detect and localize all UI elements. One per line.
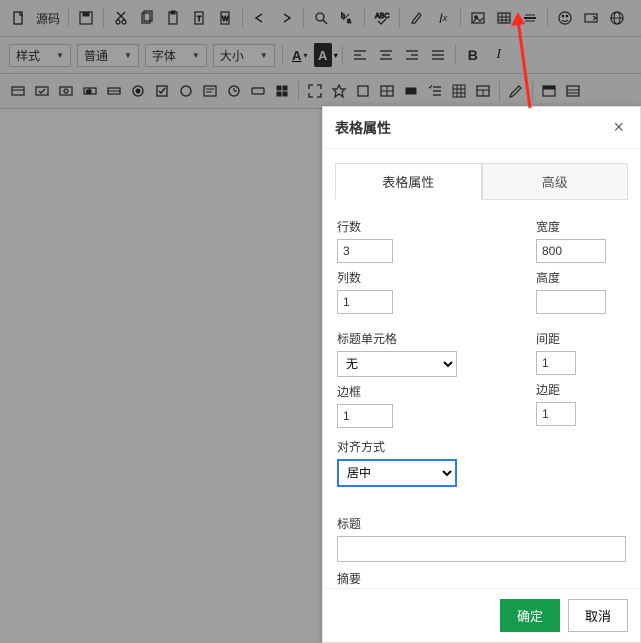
source-button[interactable]: 源码: [33, 6, 63, 30]
border-label: 边框: [337, 383, 520, 400]
height-input[interactable]: [536, 290, 606, 314]
height-label: 高度: [536, 269, 626, 286]
svg-text:ABC: ABC: [375, 13, 389, 20]
caption-input[interactable]: [337, 536, 626, 562]
table2-icon[interactable]: [376, 80, 398, 102]
fullscreen-icon[interactable]: [304, 80, 326, 102]
align-label: 对齐方式: [337, 438, 626, 455]
tab-advanced[interactable]: 高级: [482, 163, 629, 200]
border-input[interactable]: [337, 404, 393, 428]
paste-word-icon[interactable]: W: [213, 6, 237, 30]
outline-icon[interactable]: [352, 80, 374, 102]
copy-icon[interactable]: [135, 6, 159, 30]
table-header-icon[interactable]: [538, 80, 560, 102]
size-select[interactable]: 大小: [213, 44, 275, 67]
checkbox-icon[interactable]: [151, 80, 173, 102]
cancel-button[interactable]: 取消: [568, 599, 628, 632]
summary-label: 摘要: [337, 570, 626, 587]
cell-spacing-label: 间距: [536, 330, 626, 347]
rows-input[interactable]: [337, 239, 393, 263]
data-icon[interactable]: [271, 80, 293, 102]
undo-icon[interactable]: [248, 6, 272, 30]
textfield-icon[interactable]: ab: [79, 80, 101, 102]
textarea-icon[interactable]: [199, 80, 221, 102]
select-form-icon[interactable]: [103, 80, 125, 102]
caption-label: 标题: [337, 515, 626, 532]
cols-label: 列数: [337, 269, 520, 286]
table-properties-dialog: 表格属性 × 表格属性 高级 行数 列数 宽度 高度 标题单元格 无: [322, 106, 641, 643]
bold-button[interactable]: B: [461, 43, 485, 67]
filled-rect-icon[interactable]: [400, 80, 422, 102]
star-icon[interactable]: [328, 80, 350, 102]
cell-padding-label: 边距: [536, 381, 626, 398]
list-check-icon[interactable]: [424, 80, 446, 102]
format-select[interactable]: 普通: [77, 44, 139, 67]
rows-label: 行数: [337, 218, 520, 235]
italic-button[interactable]: I: [487, 43, 511, 67]
text-color-button[interactable]: A▾: [288, 43, 312, 67]
svg-text:W: W: [222, 16, 229, 23]
emoji-icon[interactable]: [553, 6, 577, 30]
hr-icon[interactable]: [518, 6, 542, 30]
grid-icon[interactable]: [448, 80, 470, 102]
align-select[interactable]: 居中: [337, 459, 457, 487]
table-icon[interactable]: [492, 6, 516, 30]
layout-icon[interactable]: [472, 80, 494, 102]
clock-icon[interactable]: [223, 80, 245, 102]
align-left-icon[interactable]: [348, 43, 372, 67]
cell-padding-input[interactable]: [536, 402, 576, 426]
tab-table-properties[interactable]: 表格属性: [335, 163, 482, 200]
redo-icon[interactable]: [274, 6, 298, 30]
pencil-icon[interactable]: [505, 80, 527, 102]
toolbar-row-2: 样式 普通 字体 大小 A▾ A▾ B I: [0, 37, 641, 74]
paste-text-icon[interactable]: T: [187, 6, 211, 30]
toolbar-row-1: 源码 T W ba ABC Ix: [0, 0, 641, 37]
globe-icon[interactable]: [605, 6, 629, 30]
svg-text:ab: ab: [86, 89, 92, 95]
width-input[interactable]: [536, 239, 606, 263]
bg-color-button[interactable]: A: [314, 43, 332, 67]
close-icon[interactable]: ×: [609, 117, 628, 138]
new-page-icon[interactable]: [7, 6, 31, 30]
header-cells-label: 标题单元格: [337, 330, 520, 347]
circle-icon[interactable]: [175, 80, 197, 102]
toolbar-row-3: ab: [0, 74, 641, 109]
highlight-icon[interactable]: [405, 6, 429, 30]
form-icon[interactable]: [7, 80, 29, 102]
paste-icon[interactable]: [161, 6, 185, 30]
width-label: 宽度: [536, 218, 626, 235]
align-center-icon[interactable]: [374, 43, 398, 67]
cell-spacing-input[interactable]: [536, 351, 576, 375]
find-icon[interactable]: [309, 6, 333, 30]
radio-icon[interactable]: [127, 80, 149, 102]
button-icon[interactable]: [247, 80, 269, 102]
cut-icon[interactable]: [109, 6, 133, 30]
font-select[interactable]: 字体: [145, 44, 207, 67]
image-icon[interactable]: [466, 6, 490, 30]
align-justify-icon[interactable]: [426, 43, 450, 67]
cols-input[interactable]: [337, 290, 393, 314]
checkbox-form-icon[interactable]: [31, 80, 53, 102]
save-icon[interactable]: [74, 6, 98, 30]
replace-icon[interactable]: ba: [335, 6, 359, 30]
svg-text:a: a: [347, 18, 351, 25]
special-char-icon[interactable]: [579, 6, 603, 30]
remove-format-icon[interactable]: Ix: [431, 6, 455, 30]
ok-button[interactable]: 确定: [500, 599, 560, 632]
align-right-icon[interactable]: [400, 43, 424, 67]
spellcheck-icon[interactable]: ABC: [370, 6, 394, 30]
dialog-title: 表格属性: [335, 118, 391, 138]
dialog-tabs: 表格属性 高级: [335, 163, 628, 200]
style-select[interactable]: 样式: [9, 44, 71, 67]
svg-text:T: T: [197, 16, 202, 23]
table-data-icon[interactable]: [562, 80, 584, 102]
radio-form-icon[interactable]: [55, 80, 77, 102]
header-cells-select[interactable]: 无: [337, 351, 457, 377]
